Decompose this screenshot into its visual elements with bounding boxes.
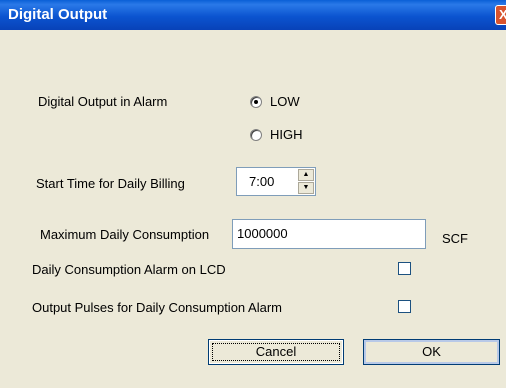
radio-low[interactable] — [250, 96, 262, 108]
output-pulses-checkbox[interactable] — [398, 300, 411, 313]
window-title: Digital Output — [8, 6, 108, 23]
digital-output-dialog: Digital Output X Digital Output in Alarm… — [0, 0, 506, 388]
consumption-unit: SCF — [442, 231, 468, 246]
radio-low-label[interactable]: LOW — [270, 94, 300, 109]
close-button[interactable]: X — [495, 5, 506, 25]
lcd-alarm-label: Daily Consumption Alarm on LCD — [32, 262, 226, 277]
output-pulses-label: Output Pulses for Daily Consumption Alar… — [32, 300, 282, 315]
ok-button[interactable]: OK — [363, 339, 500, 365]
close-icon: X — [499, 7, 506, 22]
start-time-spinner[interactable]: 7:00 ▲ ▼ — [236, 167, 316, 196]
ok-button-label: OK — [422, 344, 441, 359]
start-time-value[interactable]: 7:00 — [249, 174, 274, 189]
radio-high[interactable] — [250, 129, 262, 141]
digital-output-alarm-label: Digital Output in Alarm — [38, 94, 168, 109]
spin-buttons: ▲ ▼ — [298, 169, 314, 194]
spin-down-button[interactable]: ▼ — [298, 182, 314, 194]
cancel-button[interactable]: Cancel — [208, 339, 344, 365]
title-bar[interactable]: Digital Output X — [0, 0, 506, 30]
spin-up-button[interactable]: ▲ — [298, 169, 314, 181]
max-consumption-input[interactable]: 1000000 — [232, 219, 426, 249]
max-consumption-label: Maximum Daily Consumption — [40, 227, 210, 242]
radio-high-label[interactable]: HIGH — [270, 127, 303, 142]
cancel-button-label: Cancel — [255, 344, 297, 359]
lcd-alarm-checkbox[interactable] — [398, 262, 411, 275]
start-time-label: Start Time for Daily Billing — [36, 176, 185, 191]
